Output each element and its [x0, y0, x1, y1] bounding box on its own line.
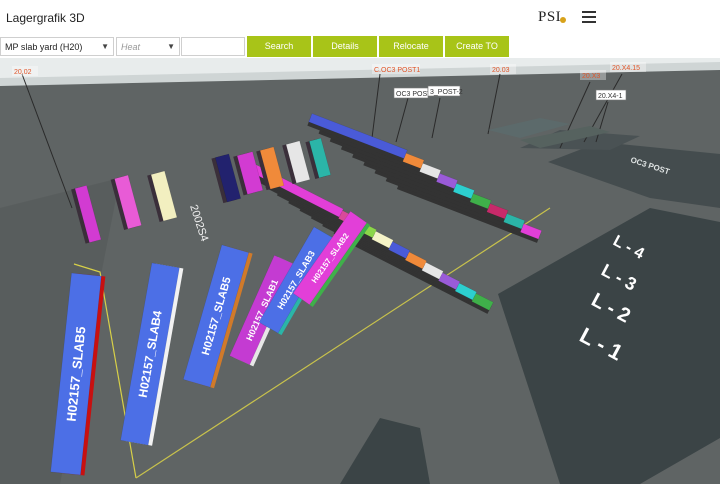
- location-tag: 20.X4.15: [610, 62, 646, 72]
- svg-text:C.OC3 POST1: C.OC3 POST1: [374, 67, 420, 74]
- psi-logo: PSI: [538, 9, 562, 25]
- heat-select-placeholder: Heat: [121, 42, 141, 52]
- location-tag: 20.X4-1: [595, 89, 627, 101]
- svg-text:20.X4-1: 20.X4-1: [598, 93, 623, 100]
- app-window: Lagergrafik 3D PSI MP slab yard (H20) ▼ …: [0, 0, 720, 484]
- chevron-down-icon: ▼: [167, 42, 175, 51]
- search-input[interactable]: [181, 37, 245, 56]
- details-button[interactable]: Details: [313, 36, 377, 57]
- hamburger-line: [582, 16, 596, 18]
- svg-text:20.03: 20.03: [492, 67, 510, 74]
- hamburger-line: [582, 21, 596, 23]
- heat-select[interactable]: Heat ▼: [116, 37, 180, 56]
- svg-text:20.X3: 20.X3: [582, 73, 600, 80]
- create-to-button[interactable]: Create TO: [445, 36, 509, 57]
- hamburger-line: [582, 11, 596, 13]
- svg-text:3_POST-2: 3_POST-2: [430, 89, 463, 96]
- yard-select[interactable]: MP slab yard (H20) ▼: [0, 37, 114, 56]
- yard-scene[interactable]: L - 4 L - 3 L - 2 L - 1 OC3 POST H02157_…: [0, 58, 720, 484]
- relocate-button[interactable]: Relocate: [379, 36, 443, 57]
- yard-select-value: MP slab yard (H20): [5, 42, 83, 52]
- toolbar: MP slab yard (H20) ▼ Heat ▼ Search Detai…: [0, 36, 720, 58]
- app-title: Lagergrafik 3D: [6, 11, 85, 25]
- location-tag: 20.03: [490, 64, 516, 74]
- psi-logo-dot: [560, 17, 566, 23]
- location-tag: 3_POST-2: [427, 85, 463, 97]
- 3d-yard-viewport[interactable]: L - 4 L - 3 L - 2 L - 1 OC3 POST H02157_…: [0, 58, 720, 484]
- header-bar: Lagergrafik 3D PSI: [0, 0, 720, 37]
- svg-text:20.02: 20.02: [14, 69, 32, 76]
- chevron-down-icon: ▼: [101, 42, 109, 51]
- location-tag: C.OC3 POST1: [372, 64, 420, 74]
- hamburger-icon[interactable]: [582, 11, 596, 23]
- search-button[interactable]: Search: [247, 36, 311, 57]
- svg-text:20.X4.15: 20.X4.15: [612, 65, 640, 72]
- location-tag: 20.02: [12, 66, 38, 76]
- location-tag: 20.X3: [580, 70, 606, 80]
